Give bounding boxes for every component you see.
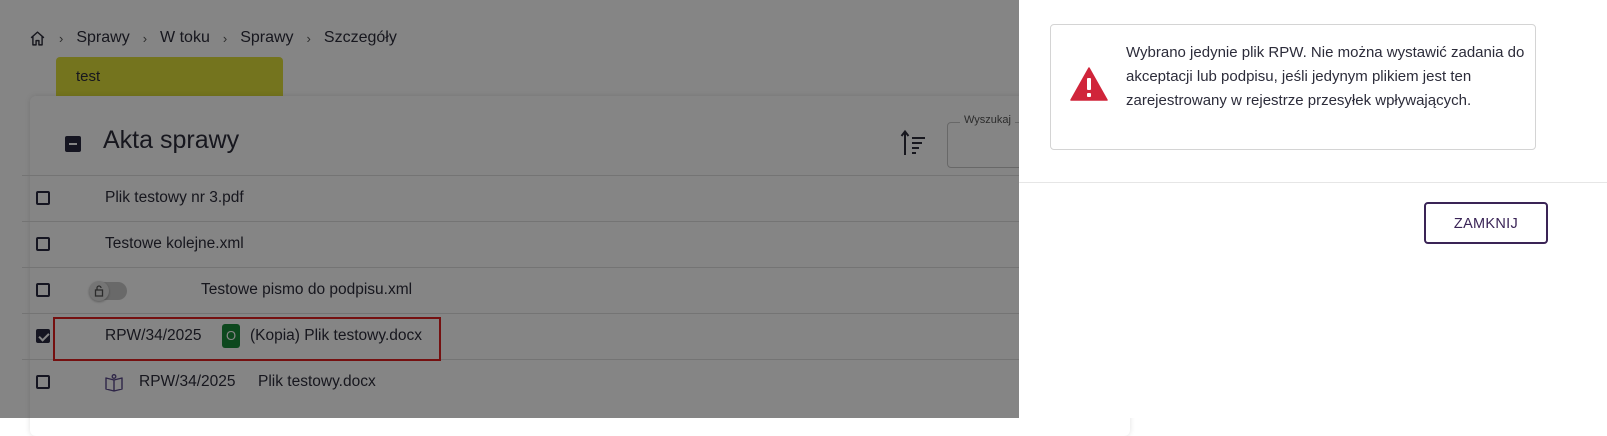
modal-backdrop[interactable] [0,0,1019,418]
alert-message: Wybrano jedynie plik RPW. Nie można wyst… [1126,44,1525,109]
divider [1019,182,1607,183]
warning-alert: Wybrano jedynie plik RPW. Nie można wyst… [1050,24,1536,150]
close-button[interactable]: ZAMKNIJ [1424,202,1548,244]
side-panel: Wybrano jedynie plik RPW. Nie można wyst… [1019,0,1607,418]
warning-icon [1070,67,1108,101]
